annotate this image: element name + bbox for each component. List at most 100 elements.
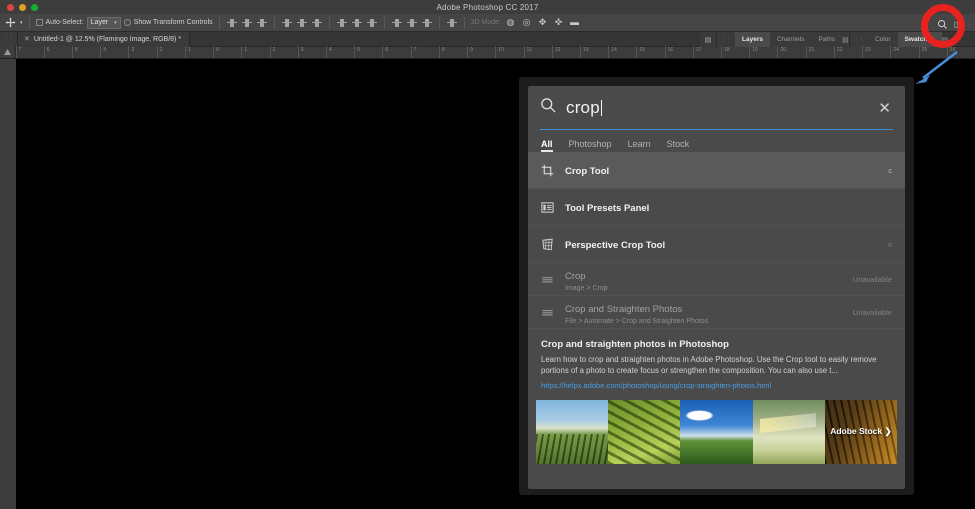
ruler-tick: 0	[213, 46, 241, 58]
align-bottom-edges-icon[interactable]	[311, 17, 323, 29]
ruler-tick: 13	[579, 46, 608, 58]
ruler-corner-icon	[0, 46, 16, 58]
workspace-switcher-icon[interactable]: ▯	[952, 17, 960, 31]
result-row-crop-tool[interactable]: Crop Tool c	[528, 152, 905, 189]
result-shortcut: c	[888, 239, 892, 249]
ruler-tick: 4	[100, 46, 128, 58]
tab-photoshop[interactable]: Photoshop	[569, 139, 612, 152]
align-vertical-centers-icon[interactable]	[296, 17, 308, 29]
ruler-tick: 16	[664, 46, 693, 58]
ruler-tick: 3	[297, 46, 326, 58]
align-left-edges-icon[interactable]	[226, 17, 238, 29]
panel-dock-left-group: ⋮⋮ Layers Channels Paths ▤	[716, 32, 849, 47]
document-tab[interactable]: ✕ Untitled-1 @ 12.5% (Flamingo Image, RG…	[18, 31, 191, 47]
stock-thumbnail[interactable]	[680, 399, 753, 464]
ruler-label: 6	[46, 47, 50, 53]
3d-roll-icon[interactable]: ◎	[520, 16, 533, 29]
adobe-stock-cta[interactable]: Adobe Stock ❯	[824, 399, 897, 464]
search-filter-tabs: All Photoshop Learn Stock	[528, 130, 905, 152]
tab-all[interactable]: All	[541, 139, 553, 152]
divider	[383, 16, 385, 29]
search-field-row[interactable]: crop ✕	[528, 86, 905, 130]
ruler-tick: 2	[269, 46, 298, 58]
dock-grip[interactable]: ⋮⋮	[717, 37, 735, 43]
ruler-label: 2	[272, 47, 276, 53]
align-top-edges-icon[interactable]	[281, 17, 293, 29]
stock-thumbnail[interactable]	[536, 399, 609, 464]
ruler-tick: 2	[156, 46, 185, 58]
ruler-tick: 22	[833, 46, 862, 58]
auto-select-dropdown[interactable]: Layer ▾	[86, 16, 121, 29]
ruler-label: 18	[724, 47, 730, 53]
stock-thumbnail[interactable]	[608, 399, 681, 464]
distribute-bottom-icon[interactable]	[366, 17, 378, 29]
3d-orbit-icon[interactable]: ◍	[504, 16, 517, 29]
result-row-perspective-crop-tool[interactable]: Perspective Crop Tool c	[528, 226, 905, 263]
distribute-right-icon[interactable]	[421, 17, 433, 29]
show-transform-controls-checkbox[interactable]	[123, 19, 131, 26]
result-row-crop-and-straighten-photos[interactable]: Crop and Straighten Photos File > Automa…	[528, 296, 905, 329]
search-results-list: Crop Tool c Tool Presets Panel Perspecti…	[528, 152, 905, 489]
align-horizontal-centers-icon[interactable]	[241, 17, 253, 29]
tab-color[interactable]: Color	[868, 32, 898, 47]
result-row-tool-presets-panel[interactable]: Tool Presets Panel	[528, 189, 905, 226]
horizontal-ruler: 7 6 5 4 3 2 1 0 1 2 3 4 5 6 7 8 9 10 11 …	[0, 46, 975, 59]
ruler-label: 24	[893, 47, 899, 53]
align-distribute-options-icon[interactable]	[446, 17, 458, 29]
tab-swatches[interactable]: Swatches	[897, 32, 942, 47]
auto-select-checkbox[interactable]	[35, 19, 43, 26]
panel-menu-icon[interactable]: ▤	[942, 36, 954, 44]
distribute-left-icon[interactable]	[391, 17, 403, 29]
photoshop-window: Adobe Photoshop CC 2017 ▾ Auto-Select: L…	[0, 0, 975, 509]
ruler-label: 6	[385, 47, 389, 53]
distribute-horizontal-center-icon[interactable]	[406, 17, 418, 29]
divider	[328, 16, 330, 29]
tab-layers[interactable]: Layers	[735, 32, 770, 47]
close-icon[interactable]: ✕	[24, 35, 30, 43]
ruler-tick: 8	[438, 46, 467, 58]
3d-pan-icon[interactable]: ✥	[536, 16, 549, 29]
ruler-label: 5	[357, 47, 360, 53]
result-row-crop-command[interactable]: Crop Image > Crop Unavailable	[528, 263, 905, 296]
ruler-label: 16	[667, 47, 674, 53]
ruler-tick: 18	[721, 46, 749, 58]
ruler-label: 7	[18, 47, 22, 53]
clear-search-icon[interactable]: ✕	[878, 101, 891, 116]
tab-paths[interactable]: Paths	[811, 32, 842, 47]
search-icon[interactable]	[934, 17, 950, 31]
distribute-top-icon[interactable]	[336, 17, 348, 29]
dock-grip[interactable]: ⋮⋮	[850, 37, 868, 43]
ruler-tick: 4	[325, 46, 354, 58]
tab-stock[interactable]: Stock	[667, 139, 690, 152]
move-tool-icon[interactable]	[4, 16, 17, 29]
ruler-tick: 21	[805, 46, 834, 58]
toolbar-grip[interactable]: ⋮⋮	[0, 31, 18, 47]
search-input[interactable]: crop	[566, 98, 869, 118]
ruler-tick: 1	[184, 46, 213, 58]
tab-learn[interactable]: Learn	[628, 139, 651, 152]
ruler-tick: 17	[692, 46, 721, 58]
result-title: Tool Presets Panel	[565, 203, 650, 214]
ruler-tick: 7	[15, 46, 44, 58]
ruler-label: 10	[498, 47, 504, 53]
stock-thumbnail[interactable]	[752, 399, 825, 464]
help-article-block[interactable]: Crop and straighten photos in Photoshop …	[528, 329, 905, 396]
panel-collapse-icon[interactable]: ▤	[700, 32, 716, 47]
distribute-vertical-center-icon[interactable]	[351, 17, 363, 29]
tab-channels[interactable]: Channels	[770, 32, 811, 47]
result-text: Crop Tool	[565, 161, 877, 179]
result-status: Unavailable	[852, 307, 892, 317]
help-article-link[interactable]: https://helpx.adobe.com/photoshop/using/…	[541, 381, 892, 390]
tool-preset-caret-icon[interactable]: ▾	[20, 20, 23, 26]
ruler-label: 5	[75, 47, 78, 53]
3d-scale-icon[interactable]: ▬	[568, 16, 581, 29]
3d-slide-icon[interactable]: ✜	[552, 16, 565, 29]
ruler-tick: 5	[72, 46, 100, 58]
align-right-edges-icon[interactable]	[256, 17, 268, 29]
result-title: Perspective Crop Tool	[565, 240, 666, 251]
ruler-tick: 26	[946, 46, 975, 58]
panel-dock-right-group: ⋮⋮ Color Swatches ▤	[849, 32, 948, 47]
crop-tool-icon	[540, 163, 554, 177]
result-shortcut: c	[888, 165, 892, 175]
stock-thumbnails: Adobe Stock ❯	[536, 399, 897, 464]
